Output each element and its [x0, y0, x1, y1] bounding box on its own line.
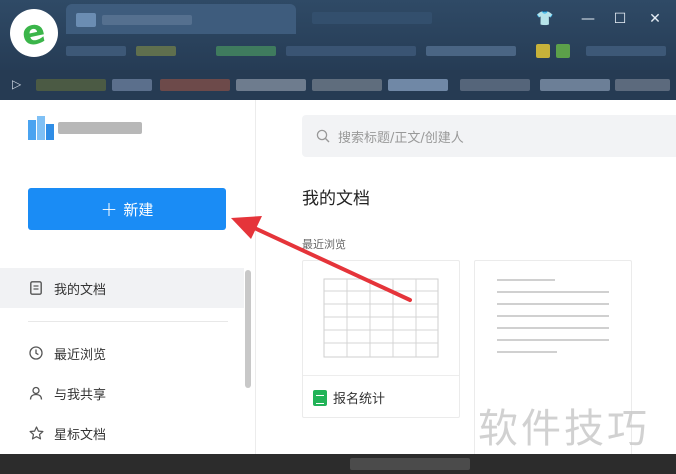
new-document-button[interactable]: + 新建 — [28, 188, 226, 230]
search-input[interactable]: 搜索标题/正文/创建人 — [302, 115, 676, 157]
maximize-button[interactable]: ☐ — [607, 8, 633, 30]
browser-tab[interactable] — [66, 4, 296, 34]
clock-icon — [28, 345, 44, 361]
nav-item-shared[interactable]: 与我共享 — [0, 373, 244, 413]
sidebar-scrollbar[interactable] — [245, 270, 251, 388]
sidebar: + 新建 我的文档 最近浏览 与我共享 星标文档 — [0, 100, 256, 454]
address-bar[interactable] — [66, 40, 670, 62]
spreadsheet-icon — [313, 389, 327, 406]
blurred-content — [312, 12, 432, 24]
star-icon — [28, 425, 44, 441]
bookmarks-toggle-icon[interactable]: ▷ — [12, 77, 21, 91]
skin-icon[interactable]: 👕 — [532, 8, 558, 30]
close-button[interactable]: ✕ — [642, 8, 668, 30]
browser-chrome: e 👕 — ☐ ✕ ▷ — [0, 0, 676, 100]
card-title: 报名统计 — [333, 392, 386, 407]
spreadsheet-thumbnail — [303, 261, 459, 376]
search-icon — [316, 129, 330, 143]
nav-item-recent[interactable]: 最近浏览 — [0, 333, 244, 373]
document-card[interactable]: 报名统计 — [302, 260, 460, 418]
nav-label: 与我共享 — [54, 387, 107, 403]
tab-title-blurred — [102, 15, 192, 25]
bookmarks-bar: ▷ — [0, 70, 676, 100]
divider — [28, 321, 228, 322]
nav-label: 我的文档 — [54, 282, 107, 298]
watermark: 软件技巧 — [478, 406, 650, 452]
search-placeholder: 搜索标题/正文/创建人 — [338, 130, 464, 146]
document-icon — [28, 280, 44, 296]
minimize-button[interactable]: — — [575, 8, 601, 30]
plus-icon: + — [100, 197, 118, 221]
section-label: 最近浏览 — [302, 238, 346, 251]
new-button-label: 新建 — [123, 200, 154, 219]
user-avatar[interactable] — [28, 116, 54, 140]
card-footer: 报名统计 — [313, 388, 385, 407]
person-icon — [28, 385, 44, 401]
nav-label: 最近浏览 — [54, 347, 107, 363]
page-title: 我的文档 — [302, 189, 370, 209]
nav-label: 星标文档 — [54, 427, 107, 443]
taskbar — [0, 454, 676, 474]
nav-item-starred[interactable]: 星标文档 — [0, 413, 244, 453]
screenshot-root: { "window": { "controls": {"skin": "👕", … — [0, 0, 676, 474]
browser-logo-icon[interactable]: e — [10, 9, 58, 57]
tab-favicon-icon — [76, 13, 96, 27]
nav-item-my-documents[interactable]: 我的文档 — [0, 268, 244, 308]
user-name-blurred — [58, 120, 148, 136]
